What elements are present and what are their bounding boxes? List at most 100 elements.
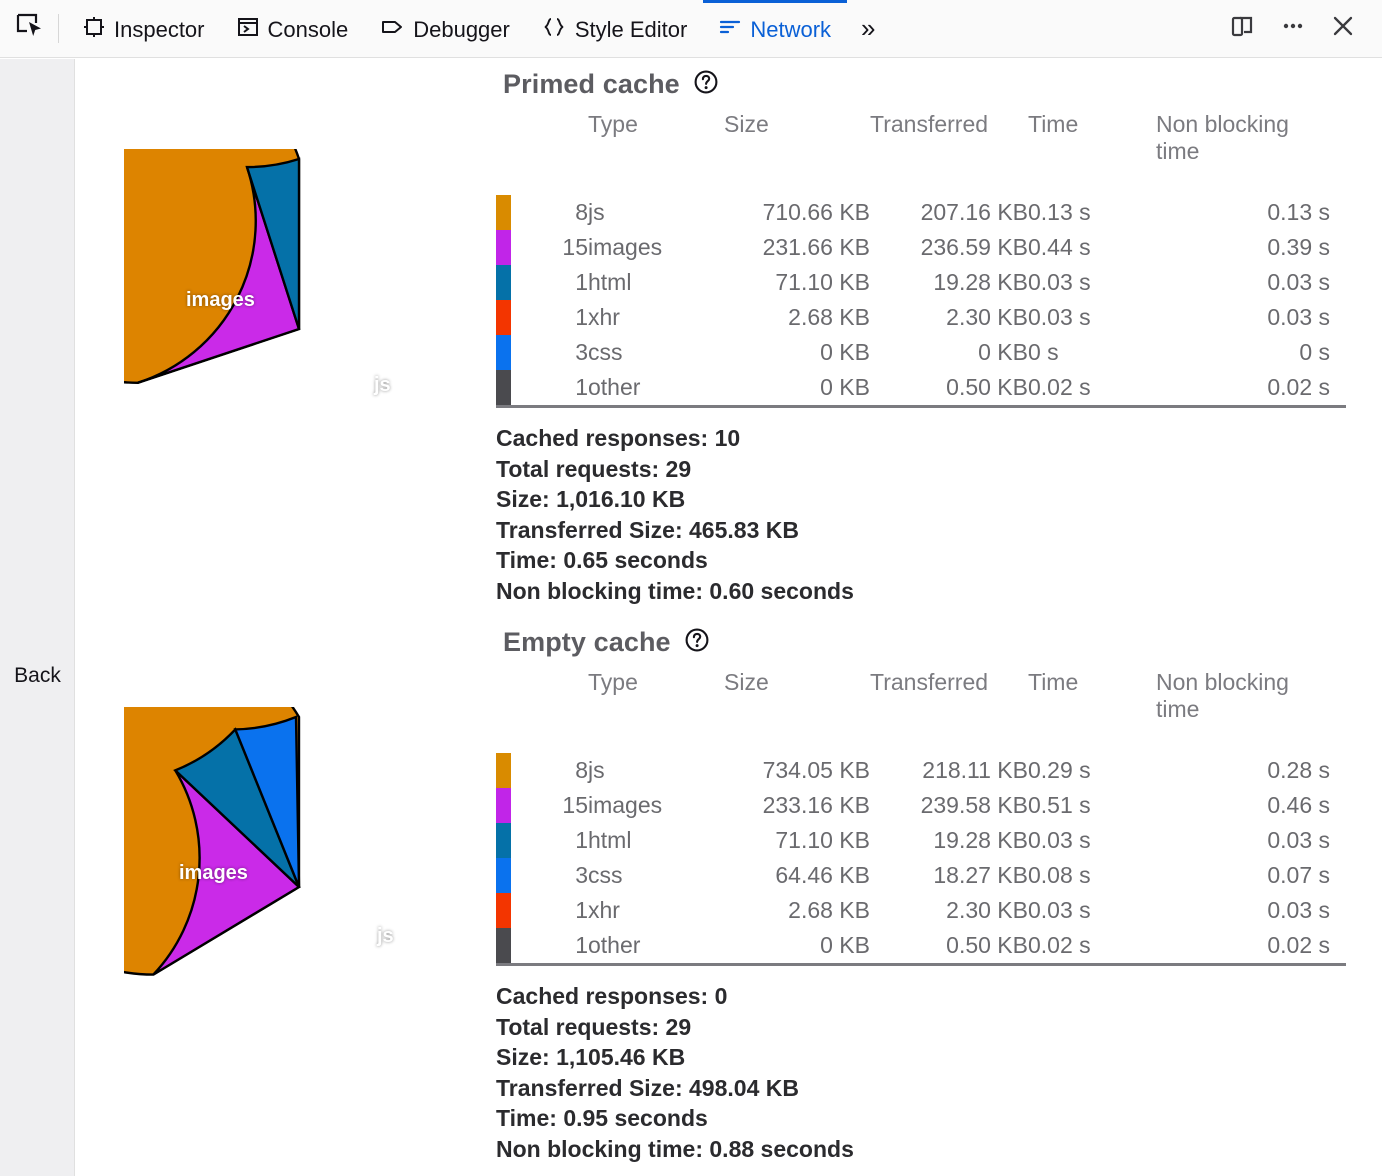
row-count: 1 xyxy=(542,265,588,300)
table-row: 8 js 734.05 KB 218.11 KB 0.29 s 0.28 s xyxy=(496,753,1330,788)
row-color-swatch xyxy=(496,335,542,370)
row-time: 0.03 s xyxy=(1028,300,1156,335)
row-count: 1 xyxy=(542,928,588,963)
toolbar-right-controls xyxy=(1220,0,1382,57)
empty-cache-table: Type Size Transferred Time Non blocking … xyxy=(496,669,1330,963)
devtools-tabs: Inspector Console Debugger xyxy=(67,0,890,57)
row-type: html xyxy=(588,265,724,300)
table-header-row: Type Size Transferred Time Non blocking … xyxy=(496,111,1330,195)
row-non-blocking-time: 0.46 s xyxy=(1156,788,1330,823)
table-row: 1 other 0 KB 0.50 KB 0.02 s 0.02 s xyxy=(496,928,1330,963)
row-transferred: 2.30 KB xyxy=(870,300,1028,335)
row-type: images xyxy=(588,230,724,265)
col-type: Type xyxy=(588,669,724,753)
row-color-swatch xyxy=(496,823,542,858)
empty-cache-summary: Cached responses: 0 Total requests: 29 S… xyxy=(496,981,854,1165)
table-row: 1 xhr 2.68 KB 2.30 KB 0.03 s 0.03 s xyxy=(496,893,1330,928)
row-type: js xyxy=(588,753,724,788)
summary-transferred-size: Transferred Size: 498.04 KB xyxy=(496,1073,854,1104)
row-transferred: 236.59 KB xyxy=(870,230,1028,265)
table-row: 8 js 710.66 KB 207.16 KB 0.13 s 0.13 s xyxy=(496,195,1330,230)
tab-debugger[interactable]: Debugger xyxy=(364,0,526,57)
row-count: 8 xyxy=(542,195,588,230)
primed-cache-pie-svg xyxy=(124,149,474,509)
tab-console[interactable]: Console xyxy=(221,0,365,57)
col-swatch xyxy=(496,111,542,195)
network-icon xyxy=(719,16,741,44)
summary-time: Time: 0.95 seconds xyxy=(496,1103,854,1134)
devtools-toolbar: Inspector Console Debugger xyxy=(0,0,1382,58)
row-non-blocking-time: 0.13 s xyxy=(1156,195,1330,230)
row-color-swatch xyxy=(496,788,542,823)
table-row: 1 xhr 2.68 KB 2.30 KB 0.03 s 0.03 s xyxy=(496,300,1330,335)
pick-element-button[interactable] xyxy=(0,0,58,57)
table-row: 1 html 71.10 KB 19.28 KB 0.03 s 0.03 s xyxy=(496,265,1330,300)
row-type: xhr xyxy=(588,300,724,335)
row-non-blocking-time: 0.02 s xyxy=(1156,928,1330,963)
summary-non-blocking-time: Non blocking time: 0.60 seconds xyxy=(496,576,854,607)
row-type: other xyxy=(588,370,724,405)
table-row: 1 html 71.10 KB 19.28 KB 0.03 s 0.03 s xyxy=(496,823,1330,858)
row-color-swatch xyxy=(496,928,542,963)
back-sidebar-button[interactable]: Back xyxy=(0,59,75,1176)
help-circle-icon[interactable] xyxy=(684,627,710,658)
row-size: 0 KB xyxy=(724,370,870,405)
row-size: 734.05 KB xyxy=(724,753,870,788)
col-count xyxy=(542,111,588,195)
tab-style-editor[interactable]: Style Editor xyxy=(526,0,704,57)
console-icon xyxy=(237,16,259,44)
row-color-swatch xyxy=(496,893,542,928)
row-type: html xyxy=(588,823,724,858)
row-color-swatch xyxy=(496,370,542,405)
row-type: images xyxy=(588,788,724,823)
chevron-double-right-icon: » xyxy=(861,13,875,44)
row-count: 1 xyxy=(542,823,588,858)
tabs-overflow-button[interactable]: » xyxy=(847,0,889,57)
tab-inspector-label: Inspector xyxy=(114,17,205,43)
primed-cache-title: Primed cache xyxy=(503,69,680,100)
tab-debugger-label: Debugger xyxy=(413,17,510,43)
row-non-blocking-time: 0.02 s xyxy=(1156,370,1330,405)
col-count xyxy=(542,669,588,753)
row-non-blocking-time: 0 s xyxy=(1156,335,1330,370)
col-non-blocking-time: Non blocking time xyxy=(1156,111,1330,195)
row-color-swatch xyxy=(496,230,542,265)
row-transferred: 0.50 KB xyxy=(870,370,1028,405)
row-transferred: 19.28 KB xyxy=(870,265,1028,300)
row-non-blocking-time: 0.07 s xyxy=(1156,858,1330,893)
tab-network[interactable]: Network xyxy=(703,0,847,57)
responsive-design-mode-button[interactable] xyxy=(1220,6,1266,52)
row-type: css xyxy=(588,335,724,370)
col-non-blocking-time: Non blocking time xyxy=(1156,669,1330,753)
summary-size: Size: 1,105.46 KB xyxy=(496,1042,854,1073)
row-count: 15 xyxy=(542,788,588,823)
row-non-blocking-time: 0.03 s xyxy=(1156,265,1330,300)
row-transferred: 207.16 KB xyxy=(870,195,1028,230)
row-size: 231.66 KB xyxy=(724,230,870,265)
row-time: 0.44 s xyxy=(1028,230,1156,265)
row-time: 0.29 s xyxy=(1028,753,1156,788)
toolbar-divider xyxy=(58,14,59,43)
more-options-button[interactable] xyxy=(1270,6,1316,52)
primed-cache-header: Primed cache xyxy=(503,69,719,100)
help-circle-icon[interactable] xyxy=(693,69,719,100)
summary-transferred-size: Transferred Size: 465.83 KB xyxy=(496,515,854,546)
row-transferred: 19.28 KB xyxy=(870,823,1028,858)
row-non-blocking-time: 0.03 s xyxy=(1156,823,1330,858)
tab-inspector[interactable]: Inspector xyxy=(67,0,221,57)
responsive-design-mode-icon xyxy=(1230,13,1256,44)
row-non-blocking-time: 0.03 s xyxy=(1156,893,1330,928)
primed-cache-summary: Cached responses: 10 Total requests: 29 … xyxy=(496,423,854,607)
primed-cache-divider xyxy=(496,405,1346,408)
row-time: 0.02 s xyxy=(1028,928,1156,963)
tab-style-editor-label: Style Editor xyxy=(575,17,688,43)
row-non-blocking-time: 0.03 s xyxy=(1156,300,1330,335)
row-size: 710.66 KB xyxy=(724,195,870,230)
row-count: 3 xyxy=(542,335,588,370)
row-color-swatch xyxy=(496,753,542,788)
col-swatch xyxy=(496,669,542,753)
row-type: js xyxy=(588,195,724,230)
row-count: 1 xyxy=(542,370,588,405)
braces-icon xyxy=(542,16,566,44)
close-devtools-button[interactable] xyxy=(1320,6,1366,52)
